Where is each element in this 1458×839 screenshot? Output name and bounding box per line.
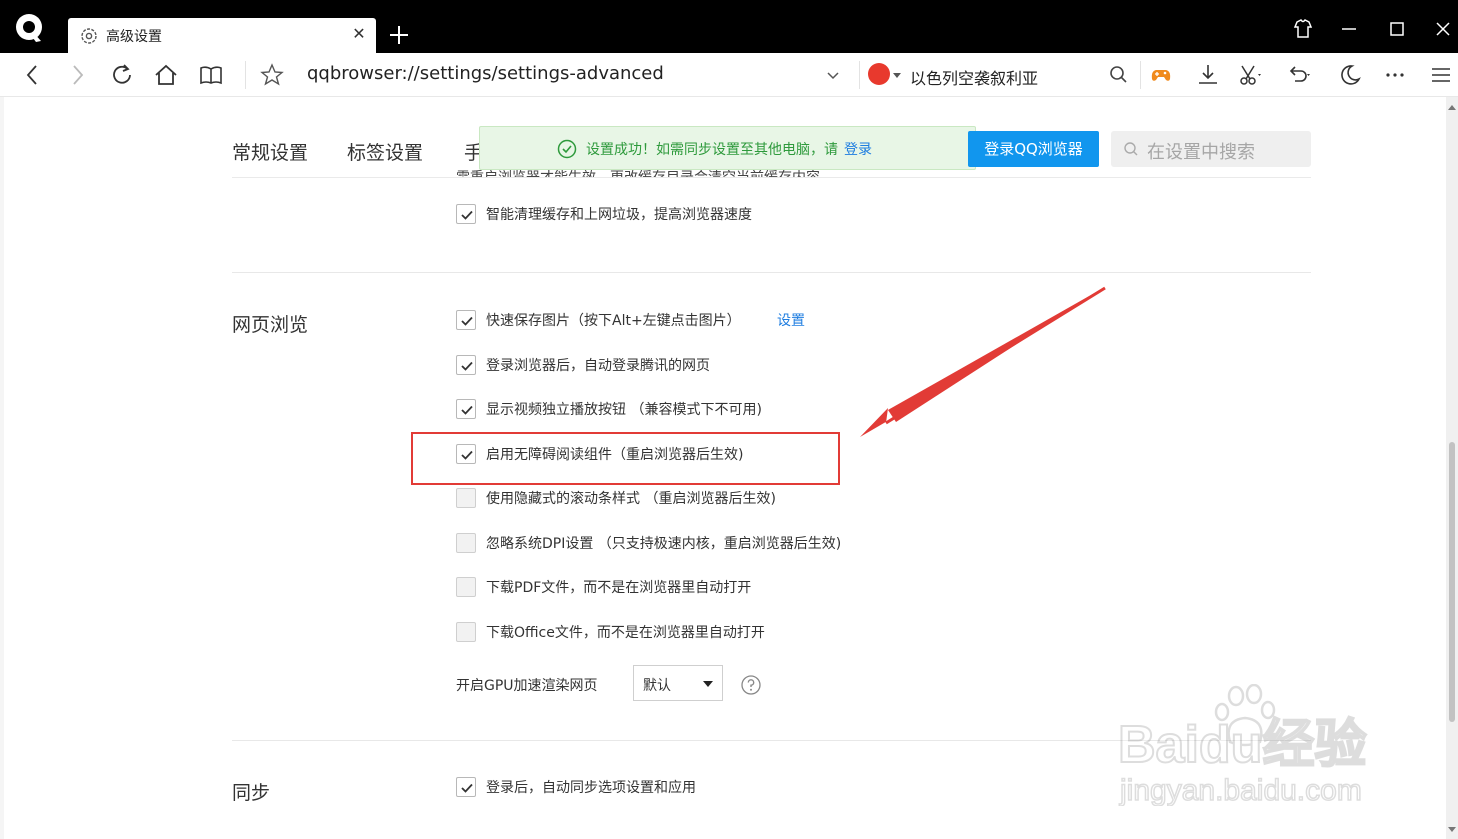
search-icon[interactable] (1106, 62, 1132, 88)
forward-icon[interactable] (64, 62, 90, 88)
help-question-icon[interactable] (741, 675, 761, 695)
reading-book-icon[interactable] (198, 62, 224, 88)
checkbox-unchecked[interactable] (456, 577, 476, 597)
toast-message-text: 设置成功！如需同步设置至其他电脑，请 (586, 142, 838, 158)
menu-hamburger-icon[interactable] (1428, 62, 1454, 88)
address-bar[interactable]: qqbrowser://settings/settings-advanced (307, 63, 664, 84)
engine-dropdown-icon[interactable] (893, 73, 901, 78)
header-divider (232, 177, 1311, 178)
scrollbar[interactable] (1446, 97, 1458, 839)
tab-close-icon[interactable]: ✕ (350, 25, 368, 43)
tab-title: 高级设置 (106, 29, 162, 45)
toast-message: 设置成功！如需同步设置至其他电脑，请 登录 (586, 139, 872, 159)
gpu-accel-select[interactable]: 默认 (633, 665, 723, 701)
minimize-icon[interactable] (1334, 14, 1364, 44)
gpu-accel-label: 开启GPU加速渲染网页 (456, 678, 598, 694)
baidu-jingyan-watermark: Baidu经验 jingyan.baidu.com (1118, 684, 1367, 806)
success-toast: 设置成功！如需同步设置至其他电脑，请 登录 (479, 126, 976, 170)
option-label: 下载Office文件，而不是在浏览器里自动打开 (486, 625, 765, 641)
red-annotation-arrow (860, 286, 1106, 437)
search-icon (1124, 142, 1138, 156)
search-placeholder: 在设置中搜索 (1147, 142, 1255, 163)
more-dots-icon[interactable] (1382, 62, 1408, 88)
checkbox-unchecked[interactable] (456, 488, 476, 508)
home-icon[interactable] (153, 62, 179, 88)
hot-search-text[interactable]: 以色列空袭叙利亚 (910, 65, 1038, 89)
watermark-brand: Baidu经验 (1118, 716, 1366, 774)
navigation-bar: qqbrowser://settings/settings-advanced 以… (0, 53, 1458, 97)
checkbox-unchecked[interactable] (456, 622, 476, 642)
undo-close-tab-icon[interactable] (1286, 62, 1312, 88)
option-label: 下载PDF文件，而不是在浏览器里自动打开 (486, 580, 752, 596)
checkbox-checked[interactable] (456, 777, 476, 797)
red-highlight-box (411, 432, 840, 485)
bookmark-star-icon[interactable] (259, 62, 285, 88)
skin-shirt-icon[interactable] (1288, 14, 1318, 44)
checkbox-checked[interactable] (456, 204, 476, 224)
sogou-search-engine-icon[interactable] (868, 63, 890, 85)
screenshot-scissors-icon[interactable] (1237, 62, 1263, 88)
checkbox-unchecked[interactable] (456, 533, 476, 553)
refresh-icon[interactable] (109, 62, 135, 88)
address-dropdown-icon[interactable] (824, 66, 842, 84)
settings-gear-icon (81, 28, 97, 44)
option-label: 快速保存图片（按下Alt+左键点击图片） (486, 313, 741, 329)
download-icon[interactable] (1195, 62, 1221, 88)
tab-tab-settings[interactable]: 标签设置 (347, 138, 423, 165)
section-title-web-browsing: 网页浏览 (232, 314, 309, 336)
toast-login-link[interactable]: 登录 (844, 142, 872, 158)
title-bar: 高级设置 ✕ (0, 0, 1458, 53)
option-label: 登录后，自动同步选项设置和应用 (486, 780, 696, 796)
scrollbar-thumb[interactable] (1449, 442, 1455, 722)
quick-save-settings-link[interactable]: 设置 (777, 310, 805, 330)
separator (859, 61, 860, 89)
close-window-icon[interactable] (1428, 14, 1458, 44)
game-controller-icon[interactable] (1148, 62, 1174, 88)
checkbox-checked[interactable] (456, 355, 476, 375)
separator (1140, 61, 1141, 89)
night-mode-moon-icon[interactable] (1337, 62, 1363, 88)
option-label: 显示视频独立播放按钮 （兼容模式下不可用) (486, 402, 762, 418)
success-check-icon (557, 139, 577, 159)
maximize-icon[interactable] (1382, 14, 1412, 44)
checkbox-checked[interactable] (456, 399, 476, 419)
section-divider (232, 272, 1311, 273)
new-tab-icon[interactable] (386, 22, 412, 48)
option-label: 使用隐藏式的滚动条样式 （重启浏览器后生效) (486, 491, 776, 507)
tab-advanced-settings[interactable]: 高级设置 ✕ (68, 18, 376, 53)
option-label: 智能清理缓存和上网垃圾，提高浏览器速度 (486, 207, 752, 223)
settings-search-box[interactable]: 在设置中搜索 (1111, 131, 1311, 167)
gpu-accel-value: 默认 (643, 678, 671, 694)
scroll-up-arrow[interactable] (1448, 105, 1456, 110)
tab-general-settings[interactable]: 常规设置 (232, 138, 308, 165)
dropdown-arrow-icon (703, 681, 713, 687)
separator (245, 61, 246, 89)
checkbox-checked[interactable] (456, 310, 476, 330)
login-qq-browser-button[interactable]: 登录QQ浏览器 (968, 131, 1099, 167)
option-label: 忽略系统DPI设置 （只支持极速内核，重启浏览器后生效) (486, 536, 842, 552)
section-title-sync: 同步 (232, 782, 271, 804)
option-label: 登录浏览器后，自动登录腾讯的网页 (486, 358, 710, 374)
qq-browser-logo[interactable] (14, 12, 46, 44)
back-icon[interactable] (20, 62, 46, 88)
scroll-down-arrow[interactable] (1448, 827, 1456, 832)
watermark-site: jingyan.baidu.com (1119, 774, 1362, 806)
